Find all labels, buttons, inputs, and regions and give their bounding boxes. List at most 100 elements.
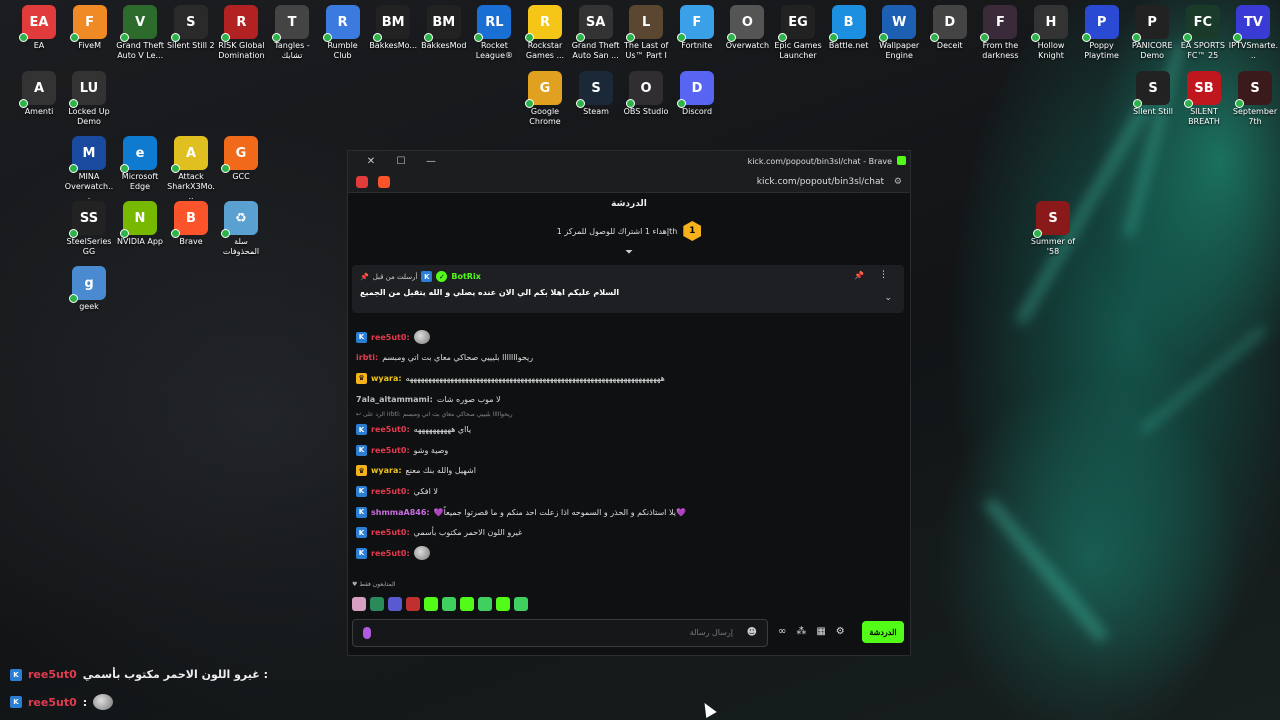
desktop-icon-row2-2[interactable]: G Google Chrome <box>520 71 570 127</box>
gift-icon[interactable]: ▦ <box>816 626 825 637</box>
emote-7[interactable] <box>460 597 474 611</box>
emote-9[interactable] <box>496 597 510 611</box>
chat-username[interactable]: wyara: <box>371 466 402 475</box>
chat-username[interactable]: 7ala_altammami: <box>356 395 433 404</box>
desktop-icon-21[interactable]: P Poppy Playtime <box>1077 5 1127 61</box>
desktop-icon-col-8[interactable]: g geek <box>64 266 114 312</box>
emoji-icon[interactable]: ☻ <box>747 627 757 638</box>
brave-shields-icon[interactable] <box>378 175 390 188</box>
desktop-icon-0[interactable]: EA EA <box>14 5 64 51</box>
message-input[interactable]: إرسال رسالة ☻ <box>352 619 768 647</box>
chat-message[interactable]: KshmmaA846: 💜يلا استاذنكم و الحذر و السمو… <box>356 502 896 523</box>
desktop-icon-13[interactable]: F Fortnite <box>672 5 722 51</box>
desktop-icon-10[interactable]: R Rockstar Games ... <box>520 5 570 61</box>
chevron-down-icon[interactable]: ⌄ <box>884 293 892 303</box>
desktop-icon-17[interactable]: W Wallpaper Engine <box>874 5 924 61</box>
emote-10[interactable] <box>514 597 528 611</box>
chat-username[interactable]: wyara: <box>371 374 402 383</box>
desktop-icon-row2-7[interactable]: SB SILENT BREATH <box>1179 71 1229 127</box>
desktop-icon-23[interactable]: FC EA SPORTS FC™ 25 <box>1178 5 1228 61</box>
chat-message[interactable]: Kree5ut0: وصية وشو <box>356 440 896 461</box>
icon-label: Brave <box>179 237 203 246</box>
desktop-icon-col-3[interactable]: G GCC <box>216 136 266 182</box>
chat-message[interactable]: 7ala_altammami: لا موب صوره شات <box>356 389 896 410</box>
emote-6[interactable] <box>442 597 456 611</box>
emote-8[interactable] <box>478 597 492 611</box>
desktop-icon-row2-1[interactable]: LU Locked Up Demo <box>64 71 114 127</box>
desktop-icon-5[interactable]: T Tangles - تشابك <box>267 5 317 61</box>
kicks-icon[interactable]: ⁂ <box>796 626 806 637</box>
desktop-icon-col-6[interactable]: B Brave <box>166 201 216 247</box>
unpin-icon[interactable]: 📌 <box>854 271 864 280</box>
emote-2[interactable] <box>370 597 384 611</box>
desktop-icon-22[interactable]: P PANICORE Demo <box>1127 5 1177 61</box>
microphone-icon[interactable] <box>363 627 371 639</box>
desktop-icon-7[interactable]: BM BakkesMo... <box>368 5 418 51</box>
desktop-icon-8[interactable]: BM BakkesMod <box>419 5 469 51</box>
emote-5[interactable] <box>424 597 438 611</box>
desktop-icon-col-5[interactable]: N NVIDIA App <box>115 201 165 247</box>
chat-username[interactable]: ree5ut0: <box>371 446 410 455</box>
desktop-icon-row2-8[interactable]: S September 7th <box>1230 71 1280 127</box>
desktop-icon-3[interactable]: S Silent Still 2 <box>166 5 216 51</box>
chat-username[interactable]: ree5ut0: <box>371 333 410 342</box>
desktop-icon-col-1[interactable]: e Microsoft Edge <box>115 136 165 192</box>
desktop-icon-row2-6[interactable]: S Silent Still <box>1128 71 1178 117</box>
desktop-icon-19[interactable]: F From the darkness <box>975 5 1025 61</box>
desktop-icon-14[interactable]: O Overwatch <box>722 5 772 51</box>
desktop-icon-col-0[interactable]: M MINA Overwatch... <box>64 136 114 202</box>
desktop-icon-row2-0[interactable]: A Amenti <box>14 71 64 117</box>
emote-3[interactable] <box>388 597 402 611</box>
site-settings-icon[interactable]: ⚙ <box>894 177 902 187</box>
desktop-icon-row2-5[interactable]: D Discord <box>672 71 722 117</box>
desktop-icon-row2-4[interactable]: O OBS Studio <box>621 71 671 117</box>
desktop-icon-9[interactable]: RL Rocket League® <box>469 5 519 61</box>
desktop-icon-11[interactable]: SA Grand Theft Auto San ... <box>571 5 621 61</box>
desktop-icon-15[interactable]: EG Epic Games Launcher <box>773 5 823 61</box>
chat-message[interactable]: Kree5ut0: <box>356 543 896 564</box>
chat-username[interactable]: ree5ut0: <box>371 549 410 558</box>
desktop-icon-col-4[interactable]: SS SteelSeries GG <box>64 201 114 257</box>
chat-username[interactable]: irbti: <box>356 353 378 362</box>
desktop-icon-col-2[interactable]: A Attack SharkX3Mo... <box>166 136 216 202</box>
settings-icon[interactable]: ⚙ <box>836 626 845 637</box>
maximize-icon[interactable]: ☐ <box>386 156 416 167</box>
chat-message[interactable]: ♛ wyara: اشهيل والله بنك معنع <box>356 461 896 482</box>
desktop-icon-row2-3[interactable]: S Steam <box>571 71 621 117</box>
chat-username[interactable]: ree5ut0: <box>371 528 410 537</box>
icon-label: Overwatch <box>725 41 770 50</box>
desktop-icon-4[interactable]: R RISK Global Domination <box>216 5 266 61</box>
desktop-icon-col-7[interactable]: ♻ سلة المحذوفات <box>216 201 266 257</box>
desktop-icon-1[interactable]: F FiveM <box>65 5 115 51</box>
infinity-icon[interactable]: ∞ <box>778 626 786 637</box>
desktop-icon-16[interactable]: B Battle.net <box>824 5 874 51</box>
chat-message[interactable]: ♛ wyara: ههههههههههههههههههههههههههههههههه… <box>356 368 896 389</box>
minimize-icon[interactable]: — <box>416 156 446 167</box>
url-text[interactable]: kick.com/popout/bin3sl/chat <box>757 177 884 187</box>
desktop-icon-24[interactable]: TV IPTVSmarte... <box>1228 5 1278 61</box>
shield-notification-icon[interactable] <box>356 175 368 188</box>
chat-message[interactable]: Kree5ut0: <box>356 327 896 348</box>
chat-username[interactable]: shmmaA846: <box>371 508 430 517</box>
pinned-bot-name[interactable]: BotRix <box>451 272 480 281</box>
reply-reference[interactable]: ↩ الرد على irbti: ريحوااااا بليييي صحاكي… <box>356 409 896 419</box>
more-options-icon[interactable]: ⋮ <box>879 270 888 280</box>
chat-message[interactable]: Kree5ut0: يااي ههههههههههه <box>356 419 896 440</box>
chat-username[interactable]: ree5ut0: <box>371 487 410 496</box>
chat-message[interactable]: Kree5ut0: غيرو اللون الاحمر مكتوب بأسمي <box>356 522 896 543</box>
chat-message[interactable]: Kree5ut0: لا افكي <box>356 481 896 502</box>
desktop-icon-20[interactable]: H Hollow Knight <box>1026 5 1076 61</box>
icon-label: Silent Still <box>1132 107 1174 116</box>
send-chat-button[interactable]: الدردشة <box>862 621 904 643</box>
emote-1[interactable] <box>352 597 366 611</box>
desktop-icon-18[interactable]: D Deceit <box>925 5 975 51</box>
collapse-arrow-icon[interactable]: ⏷ <box>348 247 910 261</box>
emote-4[interactable] <box>406 597 420 611</box>
desktop-icon-12[interactable]: L The Last of Us™ Part I <box>621 5 671 61</box>
desktop-icon-2[interactable]: V Grand Theft Auto V Le... <box>115 5 165 61</box>
chat-message[interactable]: irbti: ريحوااااااا بليييي صحاكي معاي بت ا… <box>356 348 896 369</box>
desktop-icon-6[interactable]: R Rumble Club <box>318 5 368 61</box>
chat-username[interactable]: ree5ut0: <box>371 425 410 434</box>
desktop-icon-col-9[interactable]: S Summer of '58 <box>1028 201 1078 257</box>
close-icon[interactable]: ✕ <box>356 156 386 167</box>
